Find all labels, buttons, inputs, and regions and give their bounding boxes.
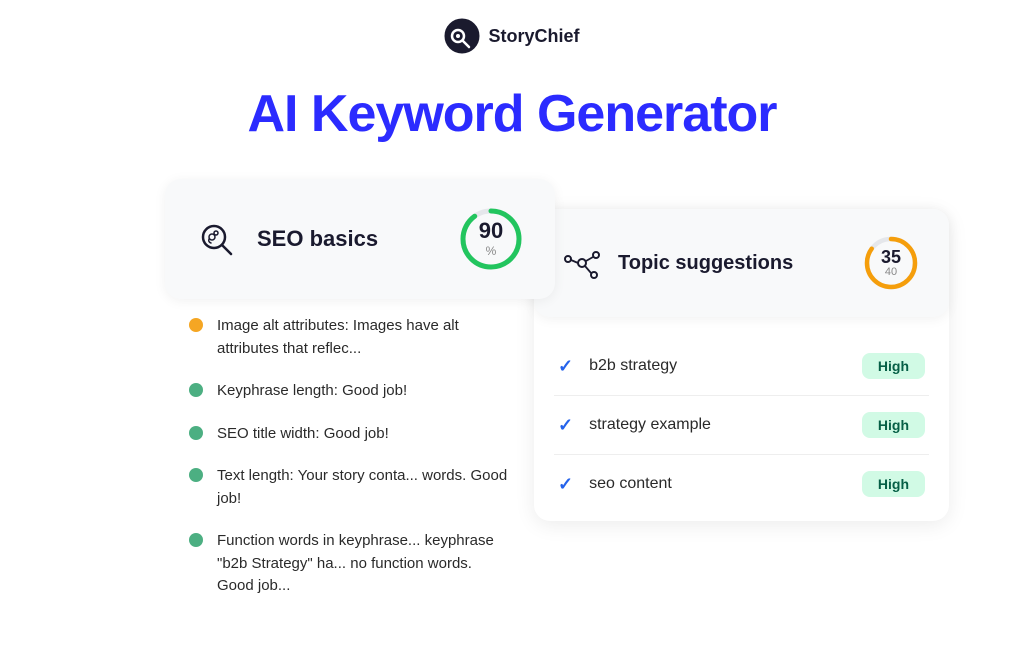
list-item-text: Image alt attributes: Images have alt at… [217, 315, 511, 360]
keyword-row-left: ✓ strategy example [558, 415, 711, 436]
keyword-row: ✓ strategy example High [554, 396, 929, 455]
logo-text: StoryChief [488, 26, 579, 47]
topic-score-num: 35 [881, 248, 901, 266]
seo-list: Image alt attributes: Images have alt at… [165, 297, 535, 620]
storychief-logo-icon [444, 18, 480, 54]
dot-green [189, 383, 203, 397]
keyword-label: b2b strategy [589, 357, 677, 375]
keyword-label: seo content [589, 475, 672, 493]
seo-score-number: 90 [479, 220, 503, 242]
keyword-badge-high: High [862, 353, 925, 379]
list-item: Image alt attributes: Images have alt at… [189, 305, 511, 370]
topic-suggestions-panel: Topic suggestions 35 40 ✓ b2b strategy [534, 209, 949, 521]
list-item: SEO title width: Good job! [189, 413, 511, 456]
seo-card-left: SEO basics [193, 215, 378, 263]
seo-search-icon [193, 215, 241, 263]
keyword-rows: ✓ b2b strategy High ✓ strategy example H… [534, 337, 949, 513]
topic-card-header: Topic suggestions 35 40 [534, 209, 949, 317]
page-title-container: AI Keyword Generator [0, 64, 1024, 179]
list-item-text: Function words in keyphrase... keyphrase… [217, 530, 511, 598]
seo-score-unit: % [479, 244, 503, 258]
list-item: Text length: Your story conta... words. … [189, 455, 511, 520]
list-item: Function words in keyphrase... keyphrase… [189, 520, 511, 608]
seo-score-circle: 90 % [455, 203, 527, 275]
check-icon: ✓ [558, 474, 573, 495]
dot-orange [189, 318, 203, 332]
topic-score-circle: 35 40 [859, 231, 923, 295]
keyword-row-left: ✓ seo content [558, 474, 672, 495]
check-icon: ✓ [558, 356, 573, 377]
seo-card-title: SEO basics [257, 226, 378, 252]
topic-suggestions-title: Topic suggestions [618, 252, 793, 275]
keyword-badge-high: High [862, 471, 925, 497]
dot-green [189, 426, 203, 440]
keyword-row: ✓ seo content High [554, 455, 929, 513]
main-layout: SEO basics 90 % Image alt attributes: Im… [0, 179, 1024, 659]
topic-card-left: Topic suggestions [560, 241, 793, 285]
keyword-label: strategy example [589, 416, 711, 434]
header: StoryChief [0, 0, 1024, 64]
dot-green [189, 533, 203, 547]
keyword-badge-high: High [862, 412, 925, 438]
list-item-text: Text length: Your story conta... words. … [217, 465, 511, 510]
seo-basics-card: SEO basics 90 % [165, 179, 555, 299]
list-item-text: SEO title width: Good job! [217, 423, 389, 446]
page-title: AI Keyword Generator [0, 84, 1024, 144]
keyword-row: ✓ b2b strategy High [554, 337, 929, 396]
seo-basics-card-wrap: SEO basics 90 % [165, 179, 535, 299]
topic-score-denom: 40 [881, 266, 901, 278]
check-icon: ✓ [558, 415, 573, 436]
list-item-text: Keyphrase length: Good job! [217, 380, 407, 403]
network-icon [560, 241, 604, 285]
keyword-row-left: ✓ b2b strategy [558, 356, 677, 377]
list-item: Keyphrase length: Good job! [189, 370, 511, 413]
dot-green [189, 468, 203, 482]
